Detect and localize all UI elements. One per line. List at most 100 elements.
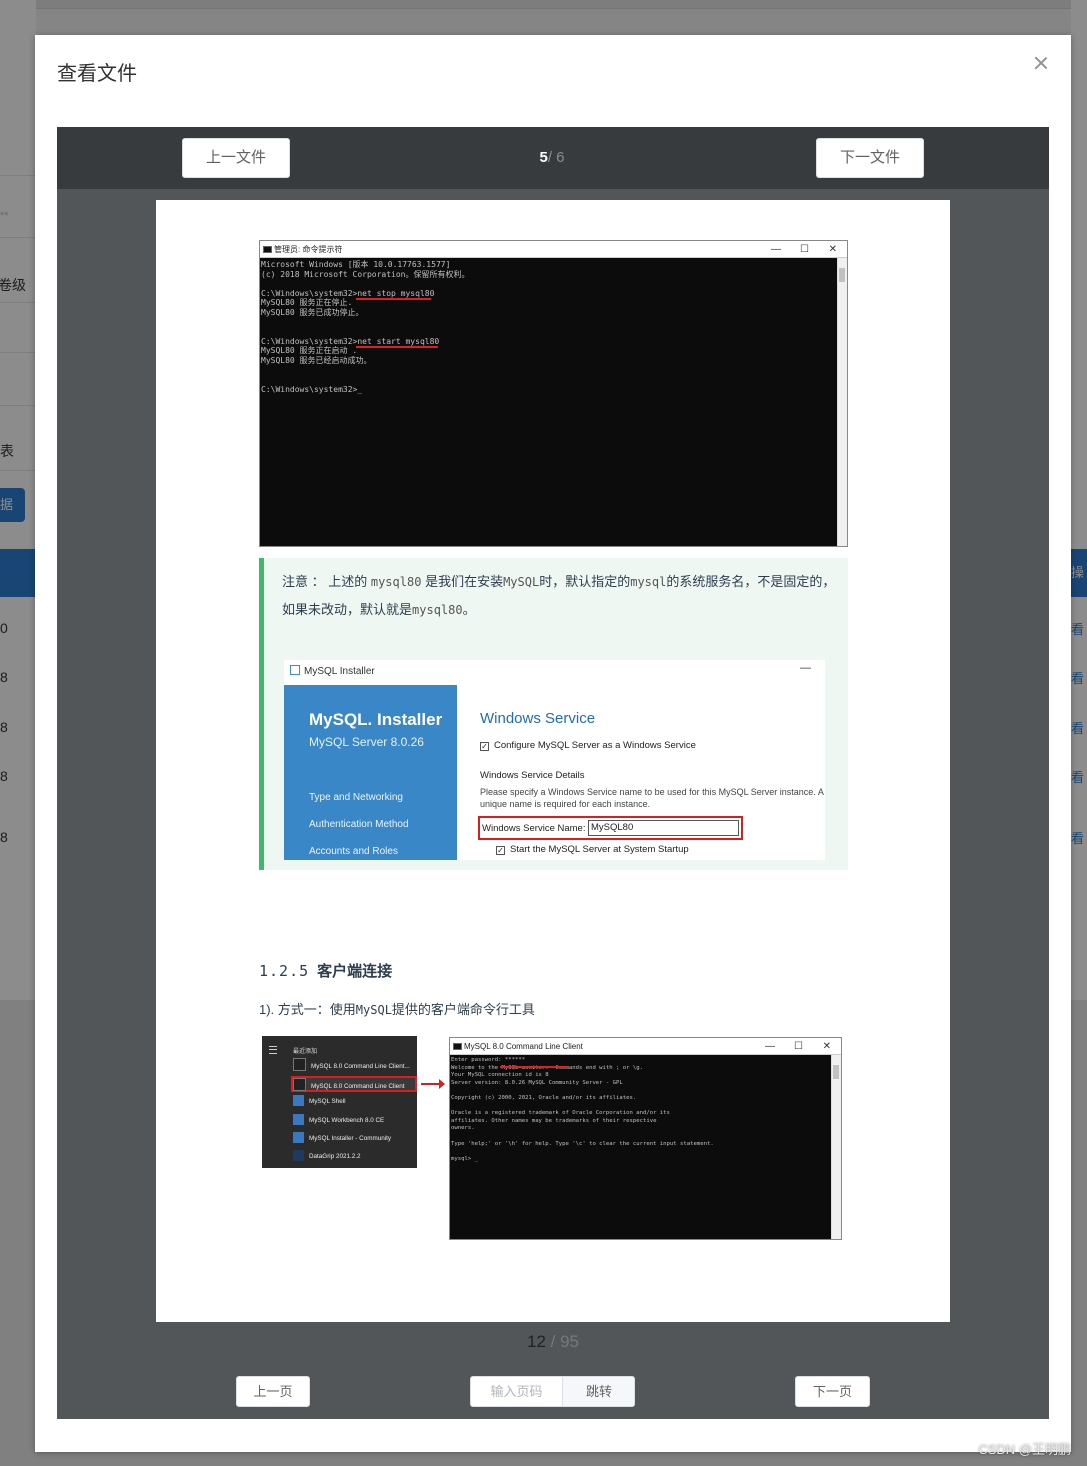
page-counter: 12 / 95 bbox=[507, 1332, 599, 1352]
note-text-part: 是我们在安装 bbox=[425, 574, 504, 589]
mysql-client-screenshot: MySQL 8.0 Command Line Client — ☐ ✕ Ente… bbox=[449, 1037, 842, 1240]
maximize-icon: ☐ bbox=[794, 1041, 803, 1052]
terminal-line: Type 'help;' or '\h' for help. Type '\c'… bbox=[451, 1140, 714, 1147]
page-jump-group: 跳转 bbox=[470, 1376, 635, 1407]
installer-sidebar: MySQL. Installer MySQL Server 8.0.26 Typ… bbox=[284, 685, 457, 860]
current-page: 12 bbox=[526, 1332, 546, 1351]
terminal-line: Oracle is a registered trademark of Orac… bbox=[451, 1110, 670, 1117]
service-details-description: Please specify a Windows Service name to… bbox=[480, 787, 824, 809]
terminal-line: mysql> _ bbox=[451, 1155, 478, 1162]
previous-page-button[interactable]: 上一页 bbox=[236, 1376, 310, 1407]
cmd-output: Enter password: ****** Welcome to the MyS… bbox=[451, 1057, 714, 1163]
service-name-highlight: Windows Service Name: MySQL80 bbox=[478, 816, 743, 840]
start-menu-item: MySQL Shell bbox=[293, 1094, 415, 1110]
start-menu-header: 最近添加 bbox=[293, 1049, 318, 1055]
note-text-part: 时，默认指定的 bbox=[539, 574, 631, 589]
inline-code: mysql80 bbox=[370, 575, 422, 589]
installer-icon bbox=[293, 1132, 304, 1143]
inline-code: mysql bbox=[630, 575, 667, 589]
csdn-watermark: CSDN @王明鹏 bbox=[978, 1442, 1071, 1457]
configure-service-checkbox: ✓ Configure MySQL Server as a Windows Ser… bbox=[480, 740, 696, 751]
start-menu-item: MySQL Workbench 8.0 CE bbox=[293, 1113, 415, 1129]
next-file-button[interactable]: 下一文件 bbox=[816, 138, 924, 178]
red-underline bbox=[356, 346, 438, 348]
previous-file-button[interactable]: 上一文件 bbox=[182, 138, 290, 178]
installer-icon bbox=[290, 665, 300, 675]
cmd-titlebar: MySQL 8.0 Command Line Client — ☐ ✕ bbox=[450, 1038, 841, 1055]
note-text-part: 。 bbox=[462, 602, 476, 617]
section-number: 1.2.5 bbox=[259, 962, 310, 980]
installer-heading: Windows Service bbox=[480, 710, 596, 727]
cmd-window-title: MySQL 8.0 Command Line Client bbox=[464, 1042, 583, 1051]
installer-step: Type and Networking bbox=[309, 792, 403, 803]
terminal-line: Microsoft Windows [版本 10.0.17763.1577] bbox=[261, 260, 451, 269]
file-viewer-dialog: 查看文件 上一文件 5/ 6 下一文件 管理员: 命令提示符 — ☐ ✕ Mic… bbox=[35, 35, 1071, 1452]
start-menu-item-highlighted: MySQL 8.0 Command Line Client bbox=[291, 1076, 417, 1092]
shell-icon bbox=[293, 1095, 304, 1106]
red-underline bbox=[356, 298, 431, 300]
file-toolbar: 上一文件 5/ 6 下一文件 bbox=[57, 127, 1049, 189]
note-callout: 注意 ： 上述的 mysql80 是我们在安装MySQL时，默认指定的mysql… bbox=[259, 558, 848, 870]
mysql-installer-screenshot: MySQL Installer — MySQL. Installer MySQL… bbox=[284, 660, 825, 860]
startup-checkbox: ✓ Start the MySQL Server at System Startu… bbox=[496, 844, 689, 855]
installer-step: Authentication Method bbox=[309, 819, 409, 830]
cmd-icon bbox=[263, 246, 272, 253]
cmd-screenshot: 管理员: 命令提示符 — ☐ ✕ Microsoft Windows [版本 1… bbox=[259, 240, 848, 547]
maximize-icon: ☐ bbox=[800, 244, 809, 255]
hamburger-icon bbox=[269, 1046, 277, 1054]
close-icon[interactable] bbox=[1033, 55, 1049, 71]
terminal-line: affiliates. Other names may be trademark… bbox=[451, 1117, 657, 1124]
next-page-button[interactable]: 下一页 bbox=[795, 1376, 870, 1407]
inline-code: MySQL bbox=[503, 575, 540, 589]
terminal-line: Enter password: ****** bbox=[451, 1057, 526, 1063]
terminal-line: Copyright (c) 2000, 2021, Oracle and/or … bbox=[451, 1094, 637, 1101]
mysql-installer-logo: MySQL. Installer bbox=[309, 710, 443, 729]
terminal-icon bbox=[293, 1078, 306, 1091]
datagrip-icon bbox=[293, 1150, 304, 1161]
total-pages: / 95 bbox=[550, 1332, 579, 1351]
terminal-line: Your MySQL connection id is 8 bbox=[451, 1072, 549, 1079]
section-title: 客户端连接 bbox=[317, 963, 393, 980]
start-menu-screenshot: 最近添加 MySQL 8.0 Command Line Client... My… bbox=[262, 1036, 417, 1168]
minimize-icon: — bbox=[800, 662, 811, 674]
scrollbar bbox=[837, 258, 847, 546]
installer-version: MySQL Server 8.0.26 bbox=[309, 735, 424, 749]
inline-code: mysql80 bbox=[412, 603, 463, 617]
terminal-line: C:\Windows\system32>net stop mysql80 bbox=[261, 288, 435, 298]
installer-titlebar: MySQL Installer bbox=[290, 665, 375, 677]
minimize-icon: — bbox=[765, 1041, 775, 1052]
minimize-icon: — bbox=[771, 244, 781, 255]
paragraph: 1). 方式一：使用MySQL提供的客户端命令行工具 bbox=[259, 1002, 535, 1017]
file-counter: 5/ 6 bbox=[537, 149, 567, 166]
page-number-input[interactable] bbox=[471, 1377, 562, 1406]
pdf-viewer: 上一文件 5/ 6 下一文件 管理员: 命令提示符 — ☐ ✕ Microsof… bbox=[57, 127, 1049, 1419]
note-text: 注意 ： 上述的 mysql80 是我们在安装MySQL时，默认指定的mysql… bbox=[282, 568, 842, 624]
terminal-line: (c) 2018 Microsoft Corporation。保留所有权利。 bbox=[261, 269, 470, 279]
note-prefix: 注意 ： 上述的 bbox=[282, 574, 368, 589]
dialog-title: 查看文件 bbox=[57, 63, 137, 85]
terminal-line: C:\Windows\system32>net start mysql80 bbox=[261, 336, 440, 346]
total-files: / 6 bbox=[547, 149, 565, 166]
jump-button[interactable]: 跳转 bbox=[562, 1377, 634, 1406]
current-file-number: 5 bbox=[539, 149, 548, 166]
cmd-icon bbox=[453, 1043, 462, 1050]
terminal-line: MySQL80 服务已成功停止。 bbox=[261, 307, 364, 317]
cmd-window-title: 管理员: 命令提示符 bbox=[274, 245, 343, 254]
terminal-line: C:\Windows\system32>_ bbox=[261, 384, 363, 394]
terminal-line: MySQL80 服务已经启动成功。 bbox=[261, 355, 372, 365]
inline-code: MySQL bbox=[355, 1003, 392, 1017]
cmd-titlebar: 管理员: 命令提示符 — ☐ ✕ bbox=[260, 241, 847, 258]
start-menu-item: DataGrip 2021.2.2 bbox=[293, 1149, 415, 1165]
scrollbar bbox=[831, 1055, 841, 1239]
start-menu-item: MySQL 8.0 Command Line Client... bbox=[293, 1058, 415, 1074]
red-arrow bbox=[421, 1079, 445, 1089]
terminal-icon bbox=[293, 1058, 306, 1071]
